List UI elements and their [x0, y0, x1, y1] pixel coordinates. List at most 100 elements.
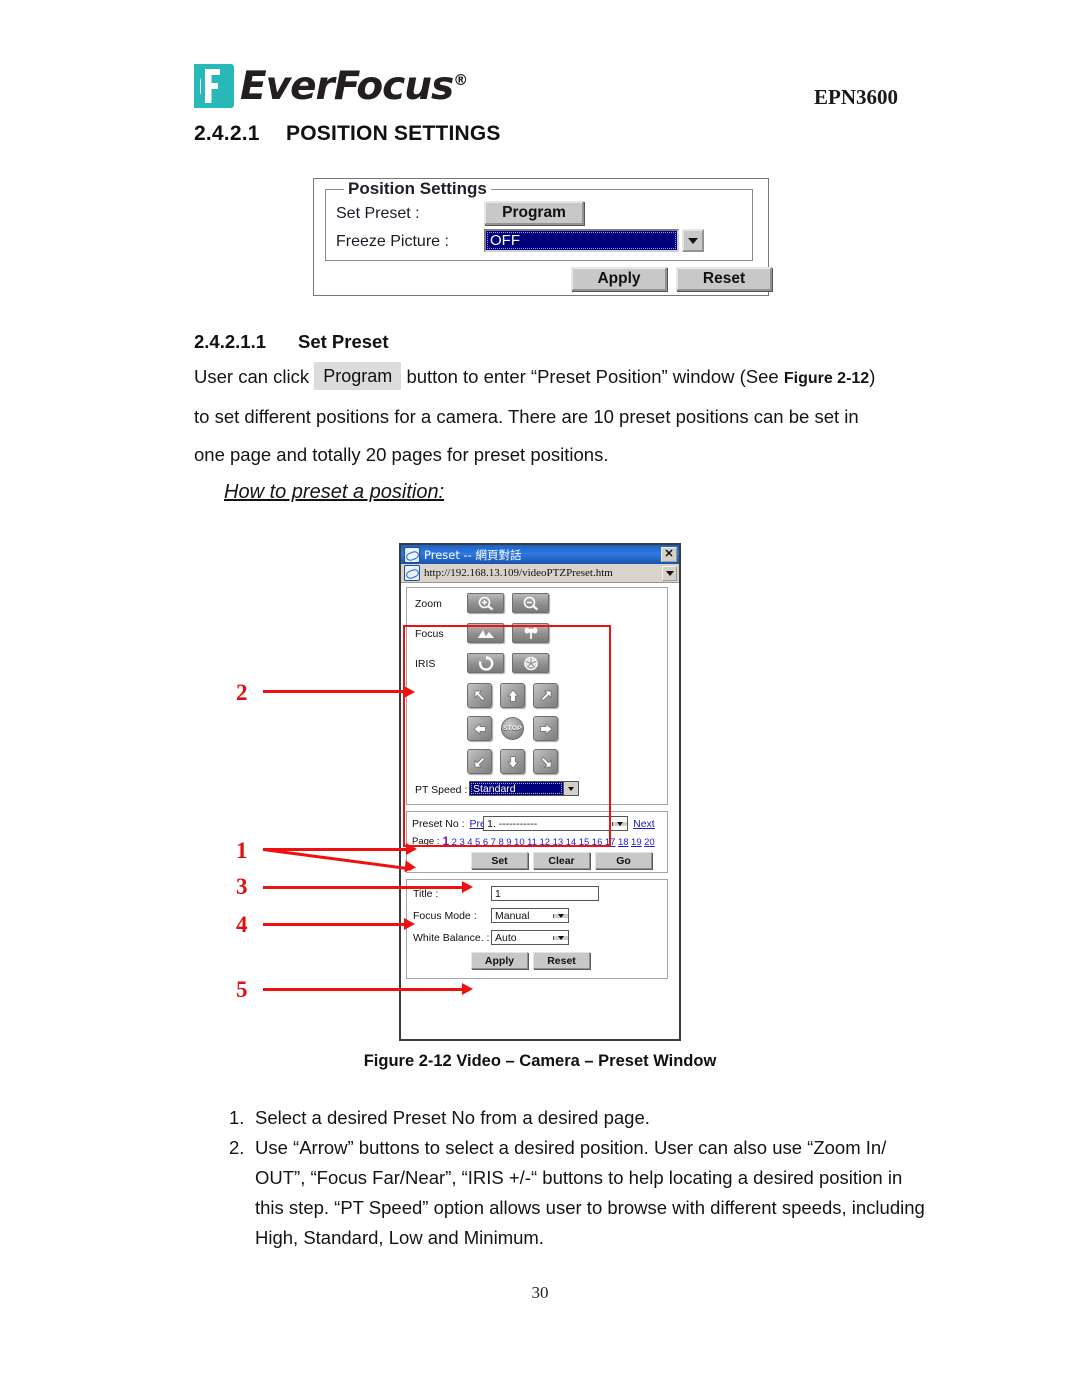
- callout-arrow-3: [462, 881, 473, 893]
- zoom-in-button[interactable]: [467, 593, 504, 613]
- focus-far-button[interactable]: [467, 623, 504, 643]
- focus-label: Focus: [415, 628, 444, 640]
- preset-no-label: Preset No :: [412, 817, 465, 830]
- arrow-up-right-button[interactable]: [533, 683, 558, 708]
- go-button[interactable]: Go: [595, 852, 652, 869]
- page-link-7[interactable]: 7: [491, 837, 496, 848]
- iris-close-button[interactable]: [512, 653, 549, 673]
- arrow-down-left-button[interactable]: [467, 749, 492, 774]
- position-settings-figure: Position Settings Set Preset : Freeze Pi…: [313, 178, 772, 296]
- page-link-5[interactable]: 5: [475, 837, 480, 848]
- set-button[interactable]: Set: [471, 852, 528, 869]
- address-bar[interactable]: http://192.168.13.109/videoPTZPreset.htm: [401, 564, 679, 583]
- clear-button[interactable]: Clear: [533, 852, 590, 869]
- white-balance-select[interactable]: Auto: [491, 930, 569, 945]
- arrow-up-left-button[interactable]: [467, 683, 492, 708]
- callout-number-3: 3: [236, 874, 248, 899]
- focus-mode-label: Focus Mode :: [413, 909, 477, 922]
- title-input[interactable]: 1: [491, 886, 599, 901]
- page-link-6[interactable]: 6: [483, 837, 488, 848]
- iris-label: IRIS: [415, 658, 436, 670]
- chevron-down-icon[interactable]: [553, 913, 568, 918]
- preset-no-row: Preset No : Prev 1. ----------- Next: [412, 816, 664, 831]
- page-link-12[interactable]: 12: [539, 837, 550, 848]
- page-link-18[interactable]: 18: [618, 837, 629, 848]
- everfocus-logo-text: EverFocus®: [240, 63, 468, 109]
- callout-number-4: 4: [236, 912, 248, 937]
- address-dropdown-button[interactable]: [662, 565, 677, 581]
- preset-no-select[interactable]: 1. -----------: [483, 816, 629, 831]
- everfocus-logo-icon: [194, 64, 234, 108]
- arrow-down-button[interactable]: [500, 749, 525, 774]
- figure-caption: Figure 2-12 Video – Camera – Preset Wind…: [363, 1052, 717, 1070]
- steps-list: 1. Select a desired Preset No from a desi…: [229, 1103, 929, 1253]
- step-marker: 1.: [229, 1107, 245, 1128]
- callout-number-2: 2: [236, 680, 248, 705]
- page-link-17[interactable]: 17: [605, 837, 616, 848]
- next-link[interactable]: Next: [633, 818, 655, 830]
- subsection-title: Set Preset: [298, 331, 389, 352]
- arrow-right-button[interactable]: [533, 716, 558, 741]
- page-link-11[interactable]: 11: [527, 837, 537, 848]
- browser-icon: [404, 546, 420, 563]
- zoom-out-button[interactable]: [512, 593, 549, 613]
- window-content: Zoom Focus IRIS STOP PT Speed: Standard…: [401, 583, 679, 1039]
- chevron-down-icon: [688, 237, 698, 244]
- pt-speed-value: Standard: [470, 782, 563, 795]
- arrow-left-button[interactable]: [467, 716, 492, 741]
- page-link-16[interactable]: 16: [592, 837, 603, 848]
- step-marker: 2.: [229, 1137, 245, 1158]
- stop-button[interactable]: STOP: [501, 717, 524, 740]
- pt-speed-label: PT Speed :: [415, 784, 468, 796]
- chevron-down-icon[interactable]: [553, 935, 568, 940]
- figure-reference: Figure 2-12: [783, 370, 870, 387]
- page-link-1[interactable]: 1: [442, 834, 449, 848]
- page-link-9[interactable]: 9: [506, 837, 511, 848]
- focus-mode-select[interactable]: Manual: [491, 908, 569, 923]
- position-apply-button[interactable]: Apply: [571, 267, 667, 291]
- window-title: Preset -- 網頁對話: [424, 547, 522, 562]
- close-icon[interactable]: ✕: [661, 547, 677, 562]
- subsection-heading: 2.4.2.1.1 Set Preset: [194, 331, 389, 353]
- page-link-13[interactable]: 13: [553, 837, 564, 848]
- registered-mark: ®: [453, 70, 468, 89]
- page-header: EverFocus® EPN3600: [0, 0, 1080, 120]
- pt-speed-select[interactable]: Standard: [469, 781, 579, 796]
- arrow-up-button[interactable]: [500, 683, 525, 708]
- page-link-4[interactable]: 4: [467, 837, 472, 848]
- position-reset-button[interactable]: Reset: [676, 267, 772, 291]
- callout-line-4: [263, 923, 408, 926]
- zoom-label: Zoom: [415, 598, 442, 610]
- focus-near-button[interactable]: [512, 623, 549, 643]
- callout-line-1b: [262, 848, 412, 871]
- program-button[interactable]: Program: [484, 201, 584, 225]
- step-item-1: 1. Select a desired Preset No from a desi…: [229, 1103, 929, 1133]
- page-link-20[interactable]: 20: [644, 837, 655, 848]
- everfocus-logo: EverFocus®: [194, 63, 468, 109]
- page-link-19[interactable]: 19: [631, 837, 642, 848]
- set-preset-label: Set Preset :: [336, 205, 420, 222]
- iris-open-button[interactable]: [467, 653, 504, 673]
- section-number: 2.4.2.1: [194, 122, 260, 145]
- page-link-14[interactable]: 14: [566, 837, 577, 848]
- page-links-row: Page : 1 2 3 4 5 6 7 8 9 10 11 12 13 14 15 16 17 18 19 20: [412, 834, 664, 848]
- callout-line-3: [263, 886, 466, 889]
- callout-arrow-4: [404, 918, 415, 930]
- section-title: POSITION SETTINGS: [286, 122, 501, 145]
- section-heading: 2.4.2.1 POSITION SETTINGS: [194, 122, 501, 146]
- window-titlebar: Preset -- 網頁對話 ✕: [401, 545, 679, 564]
- detail-apply-button[interactable]: Apply: [471, 952, 528, 969]
- page-link-2[interactable]: 2: [452, 837, 457, 848]
- page-link-15[interactable]: 15: [579, 837, 590, 848]
- page-link-10[interactable]: 10: [514, 837, 525, 848]
- page-link-3[interactable]: 3: [459, 837, 464, 848]
- freeze-picture-select[interactable]: OFF: [484, 229, 679, 252]
- callout-arrow-5: [462, 983, 473, 995]
- title-label: Title :: [413, 887, 439, 900]
- chevron-down-icon[interactable]: [612, 821, 628, 826]
- detail-reset-button[interactable]: Reset: [533, 952, 590, 969]
- page-link-8[interactable]: 8: [498, 837, 503, 848]
- freeze-picture-dropdown-arrow[interactable]: [682, 229, 704, 252]
- arrow-down-right-button[interactable]: [533, 749, 558, 774]
- chevron-down-icon[interactable]: [563, 782, 578, 795]
